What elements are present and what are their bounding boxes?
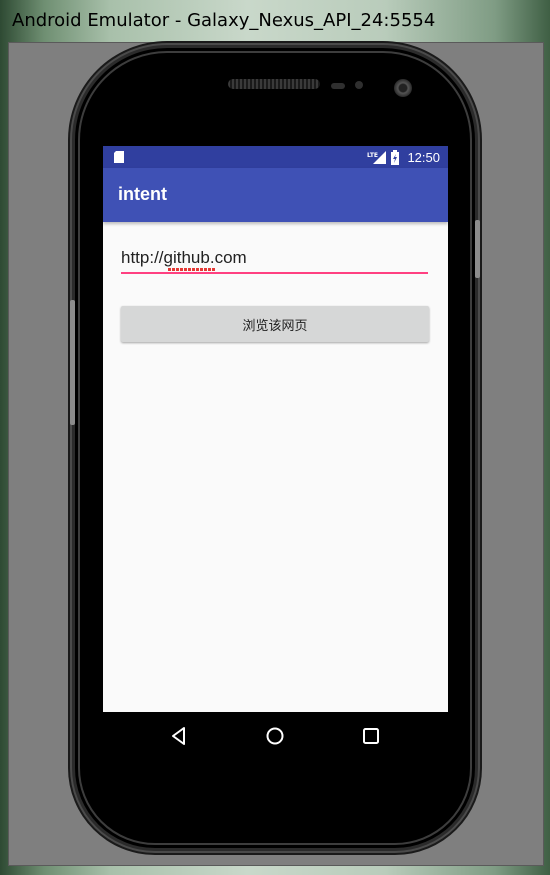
app-title: intent: [118, 184, 167, 204]
front-camera: [394, 79, 412, 97]
lte-signal-icon: LTE: [367, 150, 387, 164]
browse-webpage-button-label: 浏览该网页: [242, 318, 308, 334]
light-sensor: [355, 81, 363, 89]
phone-screen: LTE 12:50 intent http://github.com 浏览该网页: [103, 146, 448, 760]
spellcheck-underline: [168, 268, 215, 271]
home-icon[interactable]: [263, 724, 287, 748]
svg-text:LTE: LTE: [367, 152, 378, 159]
volume-button[interactable]: [475, 220, 480, 278]
status-bar: LTE 12:50: [103, 146, 448, 168]
browse-webpage-button[interactable]: 浏览该网页: [121, 306, 429, 342]
earpiece-speaker: [228, 79, 320, 89]
url-input[interactable]: http://github.com: [121, 248, 247, 268]
sd-card-icon: [114, 151, 124, 163]
recents-icon[interactable]: [359, 724, 383, 748]
status-icons: LTE 12:50: [367, 149, 440, 165]
battery-charging-icon: [391, 149, 400, 165]
status-time: 12:50: [407, 149, 440, 165]
emulator-window: Android Emulator - Galaxy_Nexus_API_24:5…: [0, 0, 550, 875]
back-icon[interactable]: [167, 724, 191, 748]
power-button[interactable]: [70, 300, 75, 425]
url-input-underline: [121, 272, 428, 274]
phone-device: LTE 12:50 intent http://github.com 浏览该网页: [75, 48, 475, 848]
window-title: Android Emulator - Galaxy_Nexus_API_24:5…: [12, 10, 436, 31]
app-bar: intent: [103, 168, 448, 222]
proximity-sensor: [331, 83, 345, 89]
navigation-bar: [103, 712, 448, 760]
